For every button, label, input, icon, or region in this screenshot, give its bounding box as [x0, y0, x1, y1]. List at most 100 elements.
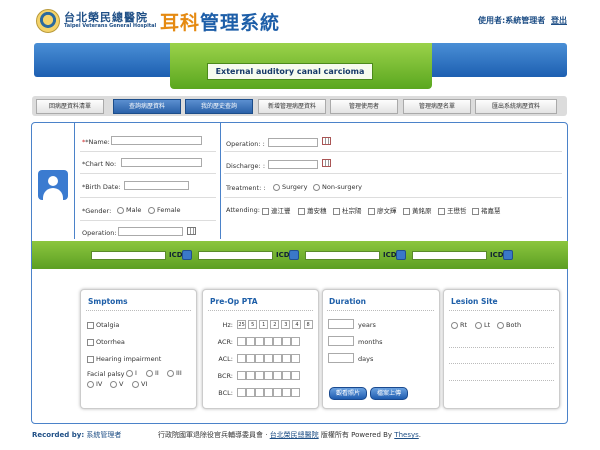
attending-option[interactable]: 王懋哲 [438, 205, 467, 215]
pta-input[interactable] [255, 354, 265, 363]
lesion-radio[interactable] [497, 321, 504, 329]
attending-option[interactable]: 褚嘉慧 [472, 205, 501, 215]
attending-checkbox[interactable] [472, 207, 479, 215]
tab-query-records[interactable]: 查詢病歷資料 [113, 99, 181, 114]
attending-option[interactable]: 蕭安穗 [298, 205, 327, 215]
patient-operation-input[interactable] [118, 227, 183, 236]
icd-search-icon-1[interactable] [182, 250, 192, 260]
icd-input-4[interactable] [412, 251, 487, 260]
discharge-date-input[interactable] [268, 160, 318, 169]
pta-input[interactable] [282, 337, 292, 346]
calendar-icon[interactable] [322, 159, 331, 167]
pta-input[interactable] [246, 388, 256, 397]
facial-option[interactable]: I [126, 369, 137, 377]
pta-input[interactable] [255, 388, 265, 397]
attending-checkbox[interactable] [438, 207, 445, 215]
pta-input[interactable] [291, 337, 301, 346]
attending-checkbox[interactable] [403, 207, 410, 215]
attending-checkbox[interactable] [368, 207, 375, 215]
pta-input[interactable] [282, 354, 292, 363]
file-upload-button[interactable]: 檔案上傳 [370, 387, 408, 400]
lesion-lt-option[interactable]: Lt [475, 321, 490, 329]
pta-input[interactable] [255, 371, 265, 380]
credit-hospital-link[interactable]: 台北榮民總醫院 [270, 431, 319, 439]
tab-manage-list[interactable]: 管理病歷名單 [403, 99, 471, 114]
treatment-surgery-option[interactable]: Surgery [273, 183, 307, 191]
tab-export-records[interactable]: 匯出系統病歷資料 [475, 99, 557, 114]
calendar-icon[interactable] [322, 137, 331, 145]
icd-search-icon-2[interactable] [289, 250, 299, 260]
pta-input[interactable] [273, 354, 283, 363]
logout-link[interactable]: 登出 [551, 15, 567, 26]
pta-input[interactable] [237, 388, 247, 397]
chart-no-input[interactable] [121, 158, 202, 167]
icd-search-icon-3[interactable] [396, 250, 406, 260]
icd-input-1[interactable] [91, 251, 166, 260]
attending-checkbox[interactable] [262, 207, 269, 215]
attending-option[interactable]: 連江豐 [262, 205, 291, 215]
facial-radio[interactable] [146, 369, 153, 377]
tab-record-list[interactable]: 回病歷資料清單 [36, 99, 104, 114]
gender-male-option[interactable]: Male [117, 206, 141, 214]
attending-option[interactable]: 杜宗陽 [333, 205, 362, 215]
facial-radio[interactable] [110, 380, 117, 388]
attending-checkbox[interactable] [298, 207, 305, 215]
pta-input[interactable] [273, 388, 283, 397]
pta-input[interactable] [246, 371, 256, 380]
pta-input[interactable] [246, 337, 256, 346]
facial-option[interactable]: III [167, 369, 182, 377]
pta-input[interactable] [237, 371, 247, 380]
facial-radio[interactable] [126, 369, 133, 377]
facial-radio[interactable] [167, 369, 174, 377]
tab-manage-users[interactable]: 管理使用者 [330, 99, 398, 114]
treatment-surgery-radio[interactable] [273, 183, 280, 191]
lesion-radio[interactable] [475, 321, 482, 329]
pta-input[interactable] [246, 354, 256, 363]
lesion-radio[interactable] [451, 321, 458, 329]
duration-days-input[interactable] [328, 353, 354, 363]
duration-years-input[interactable] [328, 319, 354, 329]
pta-input[interactable] [237, 337, 247, 346]
pta-input[interactable] [282, 371, 292, 380]
gender-female-radio[interactable] [148, 206, 155, 214]
gender-female-option[interactable]: Female [148, 206, 181, 214]
pta-input[interactable] [291, 388, 301, 397]
lesion-both-option[interactable]: Both [497, 321, 521, 329]
pta-input[interactable] [291, 371, 301, 380]
facial-radio[interactable] [87, 380, 94, 388]
symptom-checkbox[interactable] [87, 321, 94, 329]
symptom-checkbox[interactable] [87, 355, 94, 363]
facial-radio[interactable] [132, 380, 139, 388]
facial-option[interactable]: IV [87, 380, 102, 388]
facial-option[interactable]: II [146, 369, 159, 377]
attending-option[interactable]: 黃銘原 [403, 205, 432, 215]
lesion-rt-option[interactable]: Rt [451, 321, 467, 329]
symptom-hearing[interactable]: Hearing impairment [87, 355, 161, 363]
treatment-nonsurgery-radio[interactable] [313, 183, 320, 191]
icd-input-2[interactable] [198, 251, 273, 260]
facial-option[interactable]: V [110, 380, 123, 388]
duration-months-input[interactable] [328, 336, 354, 346]
tab-my-history[interactable]: 我的歷史查詢 [185, 99, 253, 114]
treatment-nonsurgery-option[interactable]: Non-surgery [313, 183, 362, 191]
view-photos-button[interactable]: 觀看照片 [329, 387, 367, 400]
calendar-icon[interactable] [187, 227, 196, 235]
facial-option[interactable]: VI [132, 380, 147, 388]
pta-input[interactable] [264, 354, 274, 363]
pta-input[interactable] [237, 354, 247, 363]
pta-input[interactable] [273, 337, 283, 346]
symptom-otalgia[interactable]: Otalgia [87, 321, 119, 329]
tab-add-record[interactable]: 新增管理病歷資料 [258, 99, 326, 114]
symptom-otorrhea[interactable]: Otorrhea [87, 338, 125, 346]
pta-input[interactable] [273, 371, 283, 380]
gender-male-radio[interactable] [117, 206, 124, 214]
pta-input[interactable] [255, 337, 265, 346]
operation-date-input[interactable] [268, 138, 318, 147]
attending-checkbox[interactable] [333, 207, 340, 215]
attending-option[interactable]: 廖文輝 [368, 205, 397, 215]
icd-search-icon-4[interactable] [503, 250, 513, 260]
credit-brand-link[interactable]: Thesys [394, 431, 418, 439]
pta-input[interactable] [264, 388, 274, 397]
icd-input-3[interactable] [305, 251, 380, 260]
pta-input[interactable] [264, 337, 274, 346]
